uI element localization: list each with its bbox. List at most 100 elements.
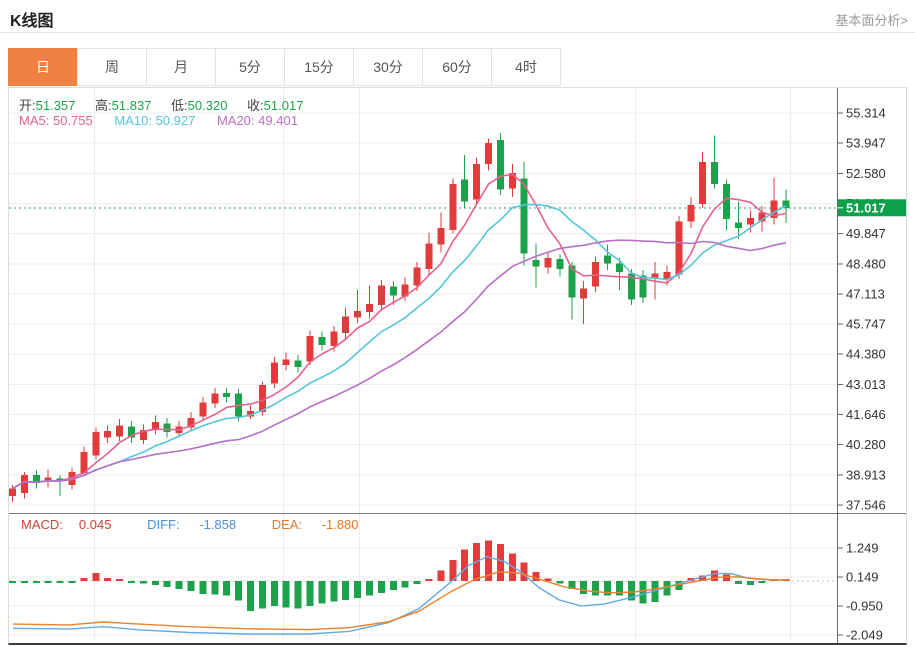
fundamental-analysis-link[interactable]: 基本面分析> — [835, 10, 908, 29]
macd-bar — [556, 581, 564, 584]
macd-bar — [258, 581, 266, 609]
macd-bar — [20, 581, 28, 583]
macd-bar — [235, 581, 243, 601]
open-label: 开: — [19, 98, 36, 113]
macd-axis-label: 1.249 — [846, 541, 879, 556]
price-axis-label: 55.314 — [846, 106, 886, 121]
ma20-readout: MA20: 49.401 — [216, 113, 298, 128]
macd-bar — [425, 578, 433, 581]
candle-body — [306, 336, 314, 362]
macd-bar — [270, 581, 278, 606]
dea-value: DEA: -1.880 — [271, 517, 359, 532]
candle-body — [377, 285, 385, 306]
macd-bar — [461, 549, 469, 581]
open-value: 51.357 — [35, 98, 76, 113]
macd-histogram — [9, 540, 790, 612]
macd-bar — [44, 581, 52, 583]
candle-body — [687, 204, 695, 222]
candle-body — [413, 267, 421, 286]
candle-body — [294, 360, 302, 368]
candle-body — [116, 425, 124, 437]
price-axis-label: 49.847 — [846, 226, 886, 241]
candle-body — [354, 310, 362, 318]
macd-bar — [306, 581, 314, 606]
macd-bar — [187, 581, 195, 591]
macd-bar — [80, 577, 88, 581]
macd-bar — [175, 581, 183, 589]
macd-bar — [389, 581, 397, 591]
ohlc-readout: 开:51.357 高:51.837 低:50.320 收:51.017 — [19, 95, 319, 114]
kline-page: K线图 基本面分析> 日周月 5分 15分 30分 60分 4时 55.314 53.947… — [0, 0, 915, 647]
macd-bar — [342, 581, 350, 600]
low-value: 50.320 — [187, 98, 228, 113]
candle-body — [556, 258, 564, 269]
candle-body — [211, 393, 219, 404]
candle-body — [199, 402, 207, 417]
tab-5分[interactable]: 5分 — [215, 48, 285, 86]
kline-chart-canvas[interactable]: 55.31453.94752.58051.21349.84748.48047.1… — [9, 88, 906, 643]
macd-bar — [139, 581, 147, 584]
candle-body — [318, 337, 326, 345]
macd-axis-label: 0.149 — [846, 570, 879, 585]
macd-bar — [615, 581, 623, 596]
price-axis-label: 43.013 — [846, 377, 886, 392]
macd-bar — [413, 581, 421, 585]
macd-readout: MACD: 0.045 DIFF: -1.858 DEA: -1.880 — [21, 517, 391, 532]
candle-body — [473, 164, 481, 200]
candle-body — [104, 431, 112, 438]
page-header: K线图 基本面分析> — [0, 0, 915, 33]
candle-body — [734, 222, 742, 229]
candle-body — [366, 304, 373, 312]
tab-15分[interactable]: 15分 — [284, 48, 354, 86]
candle-body — [615, 263, 623, 273]
candle-body — [711, 161, 719, 184]
ma10-line — [12, 203, 787, 490]
macd-bar — [211, 581, 219, 595]
high-label: 高: — [95, 98, 112, 113]
macd-axis-label: -2.049 — [846, 627, 883, 642]
kline-chart-container: 55.31453.94752.58051.21349.84748.48047.1… — [8, 87, 907, 645]
macd-bar — [223, 581, 231, 596]
candle-body — [223, 393, 231, 397]
macd-bar — [758, 581, 766, 584]
candle-body — [675, 221, 683, 275]
tab-日[interactable]: 日 — [8, 48, 78, 86]
close-label: 收: — [247, 98, 264, 113]
macd-bar — [580, 581, 588, 595]
macd-bar — [151, 581, 159, 585]
tab-60分[interactable]: 60分 — [422, 48, 492, 86]
macd-bar — [401, 581, 409, 588]
candle-body — [604, 255, 611, 264]
macd-bar — [437, 570, 445, 581]
price-axis-label: 52.580 — [846, 166, 886, 181]
macd-bar — [711, 570, 719, 581]
high-value: 51.837 — [111, 98, 152, 113]
candle-body — [496, 139, 504, 190]
tab-4时[interactable]: 4时 — [491, 48, 561, 86]
macd-bar — [746, 581, 754, 585]
macd-bar — [128, 581, 135, 583]
macd-value: MACD: 0.045 — [21, 517, 112, 532]
macd-bar — [496, 544, 504, 581]
macd-bar — [294, 581, 302, 609]
current-price-badge-text: 51.017 — [846, 200, 886, 215]
period-tab-bar: 日周月 5分 15分 30分 60分 4时 — [8, 48, 561, 86]
price-axis-label: 44.380 — [846, 347, 886, 362]
candle-body — [163, 423, 171, 433]
macd-bar — [163, 581, 171, 587]
tab-30分[interactable]: 30分 — [353, 48, 423, 86]
macd-bar — [366, 581, 373, 596]
macd-bar — [282, 581, 290, 608]
diff-value: DIFF: -1.858 — [147, 517, 237, 532]
tab-周[interactable]: 周 — [77, 48, 147, 86]
candle-body — [485, 143, 492, 165]
macd-axis-label: -0.950 — [846, 598, 883, 613]
candle-body — [544, 257, 552, 268]
candle-body — [282, 359, 290, 365]
macd-bar — [92, 573, 100, 581]
macd-bar — [32, 581, 40, 584]
tab-月[interactable]: 月 — [146, 48, 216, 86]
candle-body — [92, 432, 100, 456]
candle-body — [532, 260, 540, 267]
dea-line — [12, 571, 790, 631]
